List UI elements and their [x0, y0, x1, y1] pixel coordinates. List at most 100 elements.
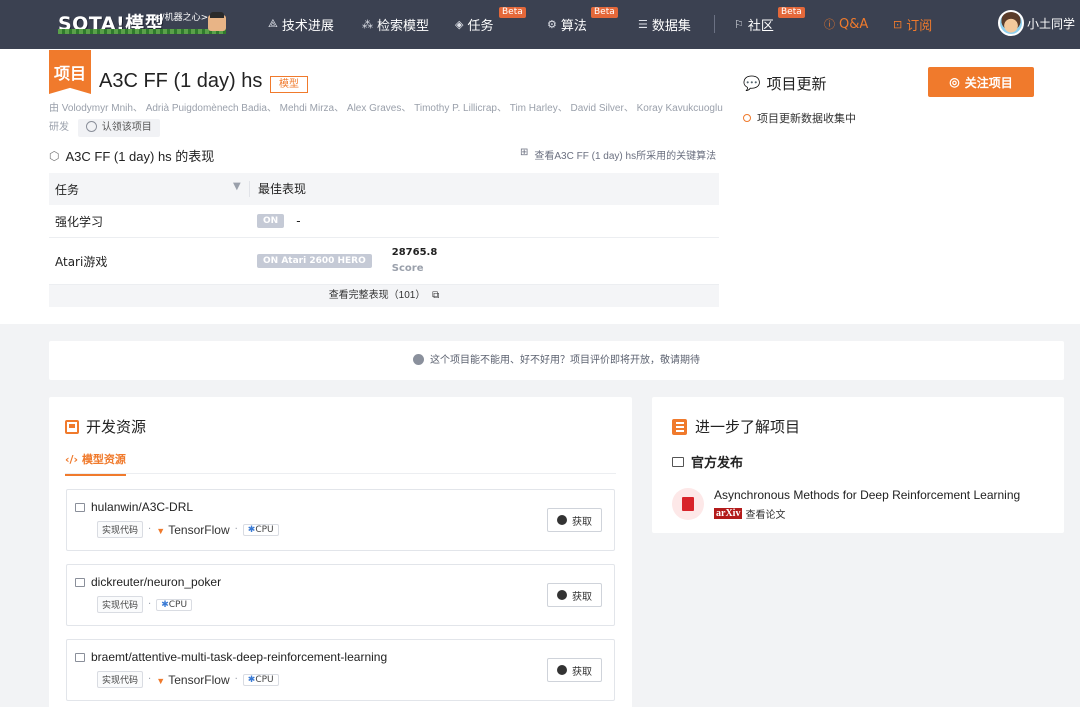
hardware-label: CPU — [168, 599, 188, 610]
table-header: 任务 ▼ 最佳表现 — [49, 173, 719, 205]
repo-title[interactable]: hulanwin/A3C-DRL — [75, 500, 193, 514]
beta-badge: Beta — [778, 7, 805, 18]
repo-card: hulanwin/A3C-DRL 实现代码 · ▼ TensorFlow · ✱… — [66, 489, 615, 551]
nav-label: Q&A — [839, 16, 869, 32]
github-icon — [557, 665, 567, 675]
tensorflow-icon: ▼ — [156, 525, 166, 536]
dot-separator: · — [234, 674, 238, 685]
arxiv-logo: arXiv — [714, 508, 743, 519]
table-row: Atari游戏 ON Atari 2600 HERO 28765.8 Score — [49, 238, 719, 285]
best-cell: ON Atari 2600 HERO 28765.8 Score — [249, 245, 437, 277]
repo-title[interactable]: dickreuter/neuron_poker — [75, 575, 221, 589]
best-cell: ON - — [249, 214, 301, 228]
get-label: 获取 — [572, 591, 592, 603]
task-cell[interactable]: Atari游戏 — [49, 253, 249, 270]
nav-label: 技术进展 — [281, 18, 334, 34]
logo-subtitle: </机器之心> — [154, 13, 209, 23]
face-icon — [413, 354, 424, 365]
repo-icon — [75, 577, 85, 587]
paper-title[interactable]: Asynchronous Methods for Deep Reinforcem… — [714, 488, 1020, 502]
nav-item-datasets[interactable]: ☰ 数据集 — [638, 14, 691, 34]
learn-more-card: 进一步了解项目 官方发布 Asynchronous Methods for De… — [652, 397, 1064, 533]
repo-icon — [75, 502, 85, 512]
dot-separator: · — [234, 524, 238, 535]
repo-icon — [75, 652, 85, 662]
tensorflow-icon: ▼ — [156, 675, 166, 686]
official-release-heading: 官方发布 — [672, 452, 743, 471]
col-task-label: 任务 — [55, 182, 80, 197]
performance-heading: ⬡ A3C FF (1 day) hs 的表现 — [49, 146, 214, 165]
nav-item-subscribe[interactable]: ⊡ 订阅 — [893, 14, 932, 34]
repo-title[interactable]: braemt/attentive-multi-task-deep-reinfor… — [75, 650, 387, 664]
hardware-label: CPU — [255, 674, 274, 685]
learn-more-heading: 进一步了解项目 — [672, 416, 800, 437]
framework-label: TensorFlow — [168, 522, 230, 537]
nav-divider — [714, 15, 715, 33]
official-label: 官方发布 — [691, 455, 744, 470]
monitor-icon — [672, 456, 684, 467]
key-algorithm-label: 查看A3C FF (1 day) hs所采用的关键算法 — [534, 151, 717, 162]
nav-item-algorithms[interactable]: ⚙ 算法 — [547, 14, 587, 34]
repo-card: braemt/attentive-multi-task-deep-reinfor… — [66, 639, 615, 701]
best-value: - — [296, 214, 301, 228]
question-icon: ⓘ — [824, 18, 835, 31]
follow-project-button[interactable]: ◎ 关注项目 — [928, 67, 1034, 97]
repo-name: braemt/attentive-multi-task-deep-reinfor… — [91, 650, 388, 664]
nav-item-tasks[interactable]: ◈ 任务 — [455, 14, 493, 34]
updates-heading: 💬 项目更新 — [743, 73, 826, 94]
nodes-icon: ⁂ — [362, 17, 373, 31]
beta-badge: Beta — [591, 7, 618, 18]
view-full-performance-link[interactable]: 查看完整表现（101） ⧉ — [49, 285, 719, 307]
table-row: 强化学习 ON - — [49, 205, 719, 238]
nav-label: 检索模型 — [377, 18, 430, 34]
tab-label: 模型资源 — [81, 453, 126, 466]
external-link-icon: ⧉ — [432, 290, 440, 301]
get-code-button[interactable]: 获取 — [547, 583, 602, 607]
hexagon-icon: ⬡ — [49, 148, 60, 163]
nav-item-community[interactable]: ⚐ 社区 — [734, 14, 774, 34]
database-icon: ☰ — [638, 17, 648, 31]
view-paper-label: 查看论文 — [745, 510, 786, 521]
dev-title: 开发资源 — [86, 419, 147, 436]
repo-name: dickreuter/neuron_poker — [91, 575, 222, 589]
code-chip: 实现代码 — [97, 671, 144, 688]
dot-separator: · — [148, 674, 152, 685]
performance-table: 任务 ▼ 最佳表现 强化学习 ON - Atari游戏 ON Atari 260… — [49, 173, 719, 307]
key-algorithm-link[interactable]: ⊞ 查看A3C FF (1 day) hs所采用的关键算法 — [520, 147, 716, 162]
learn-title: 进一步了解项目 — [695, 419, 801, 436]
nav-item-qa[interactable]: ⓘ Q&A — [824, 14, 868, 34]
nav-label: 数据集 — [651, 18, 691, 34]
paper-link[interactable]: arXiv 查看论文 — [714, 506, 785, 521]
get-code-button[interactable]: 获取 — [547, 508, 602, 532]
dev-resources-card: 开发资源 ‹/› 模型资源 hulanwin/A3C-DRL 实现代码 · ▼ … — [49, 397, 632, 707]
logo-grass-decoration — [58, 29, 226, 34]
nav-item-search-models[interactable]: ⁂ 检索模型 — [362, 14, 429, 34]
project-ribbon: 项目 — [49, 50, 91, 94]
dev-resources-heading: 开发资源 — [65, 416, 146, 437]
hardware-chip: ✱CPU — [242, 673, 279, 686]
layers-icon: ◈ — [455, 17, 464, 31]
dot-separator: · — [148, 599, 152, 610]
resources-icon — [65, 419, 79, 434]
claim-project-button[interactable]: 认领该项目 — [77, 119, 160, 137]
logo-mascot-icon — [208, 12, 226, 31]
code-chip: 实现代码 — [97, 596, 144, 613]
hardware-chip: ✱CPU — [156, 598, 193, 611]
grid-icon: ⊞ — [520, 147, 529, 158]
score-block: 28765.8 Score — [392, 245, 438, 277]
filter-icon[interactable]: ▼ — [233, 181, 241, 192]
hardware-label: CPU — [255, 524, 274, 535]
nav-item-tech-progress[interactable]: ⟁ 技术进展 — [268, 14, 334, 34]
user-name[interactable]: 小土同学 — [1027, 15, 1075, 32]
update-status-text: 项目更新数据收集中 — [757, 113, 856, 125]
dataset-pill: ON — [257, 214, 285, 228]
model-badge: 模型 — [270, 76, 308, 93]
flag-icon: ⚐ — [734, 17, 744, 31]
repo-tags: 实现代码 · ▼ TensorFlow · ✱CPU — [97, 521, 279, 538]
nav-label: 订阅 — [906, 18, 933, 34]
get-code-button[interactable]: 获取 — [547, 658, 602, 682]
dataset-pill[interactable]: ON Atari 2600 HERO — [257, 254, 372, 268]
user-avatar[interactable] — [998, 10, 1024, 36]
task-cell[interactable]: 强化学习 — [49, 213, 249, 230]
github-icon — [557, 515, 567, 525]
